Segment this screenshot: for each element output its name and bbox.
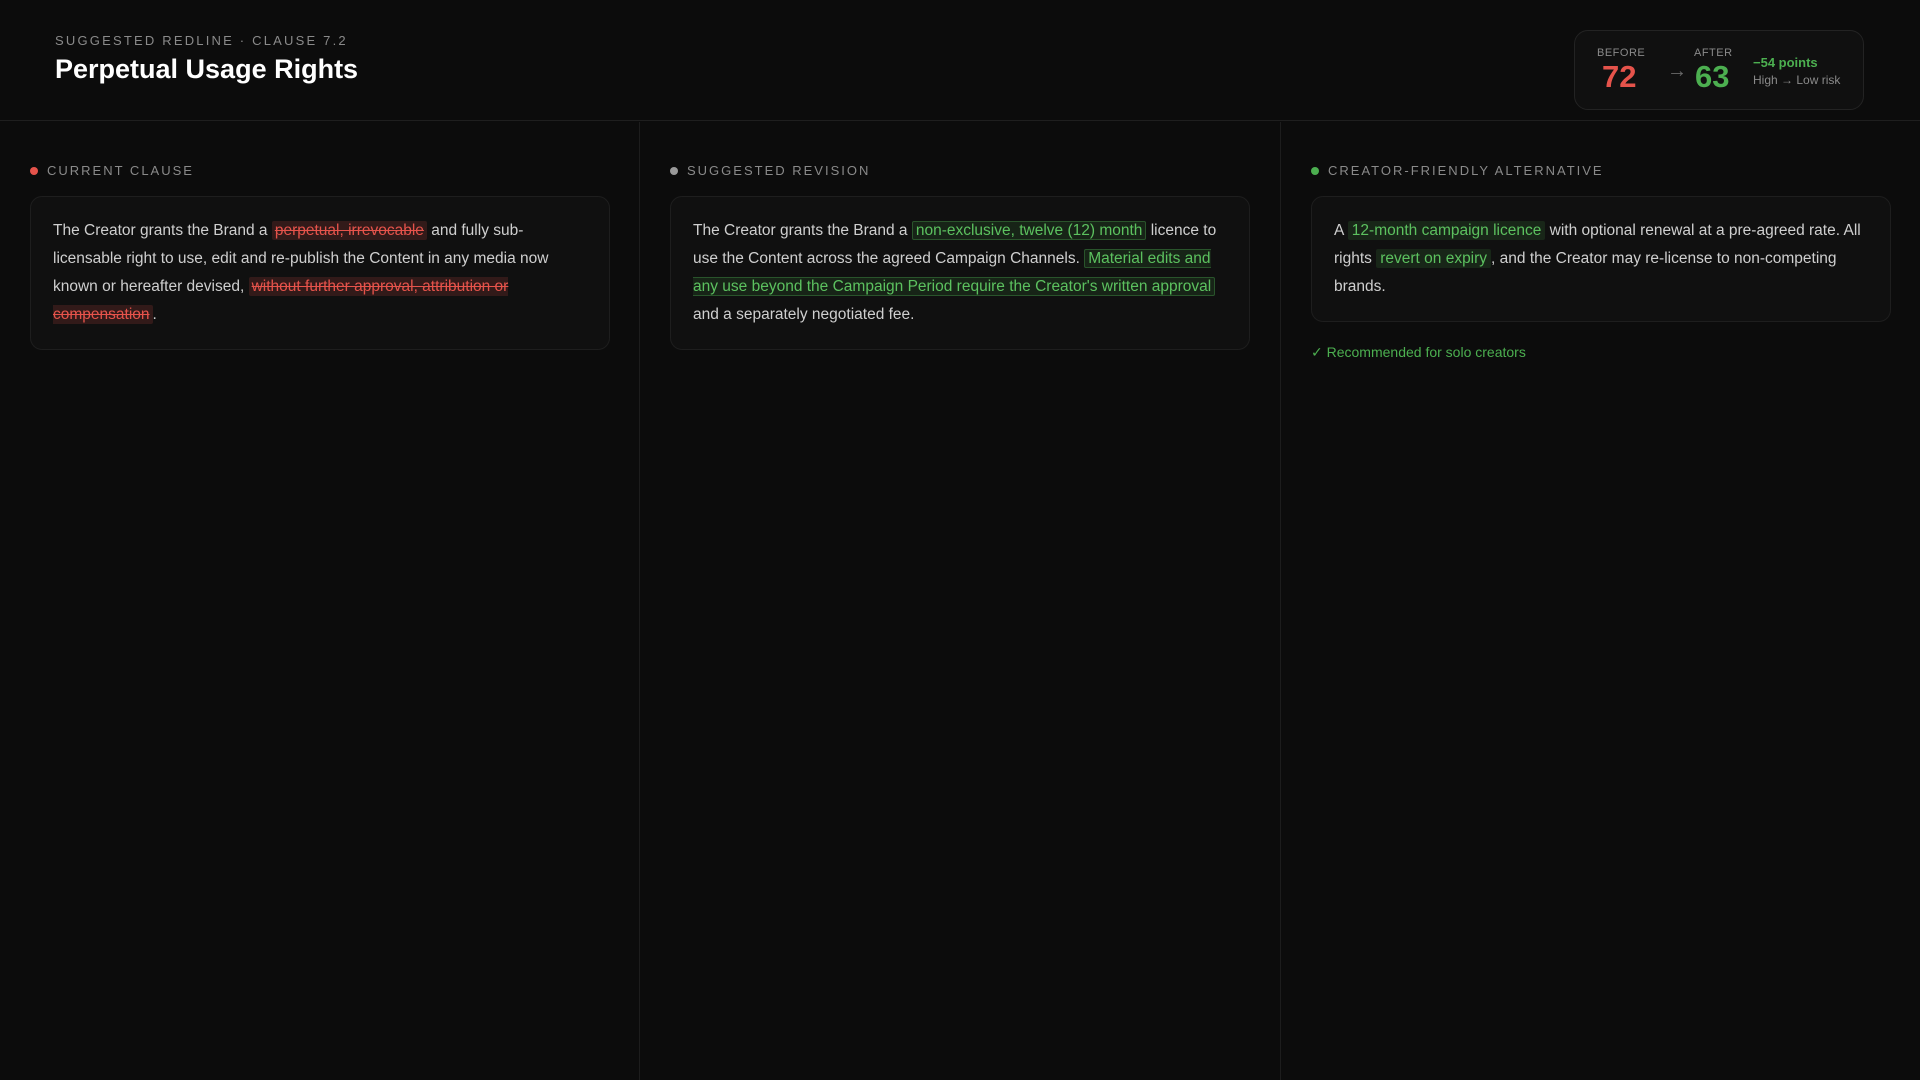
- recommendation-note: ✓ Recommended for solo creators: [1311, 344, 1526, 360]
- insertion-highlight: 12-month campaign licence: [1347, 221, 1546, 240]
- current-clause-column: CURRENT CLAUSE The Creator grants the Br…: [0, 122, 640, 1080]
- suggested-revision-heading: SUGGESTED REVISION: [670, 163, 870, 178]
- insertion-highlight: revert on expiry: [1376, 249, 1492, 268]
- current-clause-heading: CURRENT CLAUSE: [30, 163, 194, 178]
- clause-text: The Creator grants the Brand a: [693, 222, 912, 239]
- current-clause-heading-label: CURRENT CLAUSE: [47, 163, 194, 178]
- suggested-revision-column: SUGGESTED REVISION The Creator grants th…: [640, 122, 1281, 1080]
- page-header: SUGGESTED REDLINE · CLAUSE 7.2 Perpetual…: [0, 0, 1920, 121]
- alternative-heading-label: CREATOR-FRIENDLY ALTERNATIVE: [1328, 163, 1604, 178]
- insertion-highlight: non-exclusive, twelve (12) month: [911, 221, 1147, 240]
- clause-text: .: [152, 306, 157, 323]
- alternative-heading: CREATOR-FRIENDLY ALTERNATIVE: [1311, 163, 1604, 178]
- arrow-right-icon: →: [1667, 60, 1687, 82]
- green-dot-icon: [1311, 166, 1319, 175]
- before-score: 72: [1602, 59, 1637, 94]
- gray-dot-icon: [670, 166, 678, 175]
- score-delta: −54 points: [1753, 55, 1818, 70]
- red-dot-icon: [30, 166, 38, 175]
- current-clause-card: The Creator grants the Brand a perpetual…: [30, 196, 610, 350]
- clause-text: The Creator grants the Brand a: [53, 222, 272, 239]
- clause-text: and a separately negotiated fee.: [693, 306, 915, 323]
- clause-text: A: [1334, 222, 1348, 239]
- after-label: AFTER: [1694, 47, 1733, 59]
- clause-eyebrow: SUGGESTED REDLINE · CLAUSE 7.2: [55, 33, 348, 48]
- alternative-card: A 12-month campaign licence with optiona…: [1311, 196, 1891, 322]
- page-title: Perpetual Usage Rights: [55, 54, 359, 84]
- after-score: 63: [1695, 59, 1730, 94]
- suggested-revision-heading-label: SUGGESTED REVISION: [687, 163, 871, 178]
- suggested-revision-card: The Creator grants the Brand a non-exclu…: [670, 196, 1250, 350]
- before-label: BEFORE: [1597, 47, 1646, 59]
- strikethrough-deletion: perpetual, irrevocable: [271, 221, 427, 240]
- alternative-column: CREATOR-FRIENDLY ALTERNATIVE A 12-month …: [1281, 122, 1920, 1080]
- risk-band: High → Low risk: [1753, 73, 1841, 87]
- risk-score-card: BEFORE 72 → AFTER 63 −54 points High → L…: [1574, 30, 1864, 110]
